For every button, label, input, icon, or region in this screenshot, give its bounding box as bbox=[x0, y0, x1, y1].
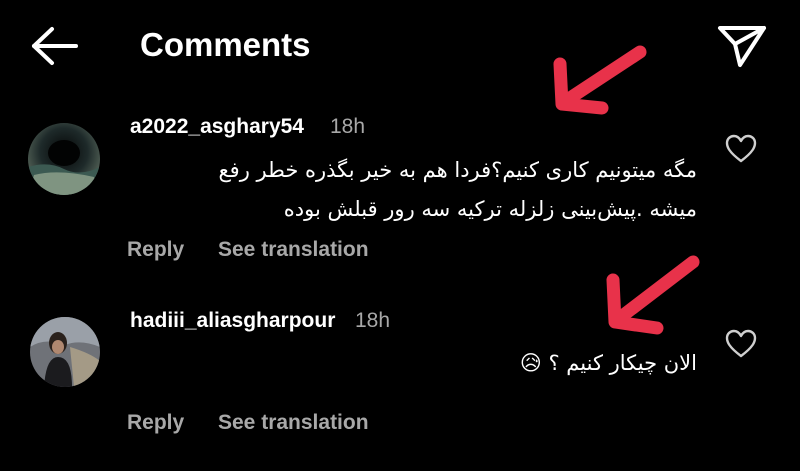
see-translation-button[interactable]: See translation bbox=[218, 411, 369, 435]
reply-button[interactable]: Reply bbox=[127, 411, 184, 435]
comment-username[interactable]: a2022_asghary54 bbox=[130, 115, 304, 139]
avatar[interactable] bbox=[28, 123, 100, 195]
comment-text: مگه میتونیم کاری کنیم؟فردا هم به خیر بگذ… bbox=[137, 151, 697, 229]
reply-button[interactable]: Reply bbox=[127, 238, 184, 262]
comment-username[interactable]: hadiii_aliasgharpour bbox=[130, 309, 335, 333]
comment-timestamp: 18h bbox=[355, 309, 391, 332]
comment-text-line: میشه .پیش‌بینی زلزله ترکیه سه رور قبلش ب… bbox=[283, 197, 697, 221]
sad-face-emoji: 😥 bbox=[519, 351, 542, 375]
annotation-arrow-icon bbox=[553, 45, 647, 115]
paper-plane-icon[interactable] bbox=[716, 22, 768, 68]
heart-icon[interactable] bbox=[725, 134, 757, 164]
comment-text-line: مگه میتونیم کاری کنیم؟فردا هم به خیر بگذ… bbox=[218, 158, 697, 182]
header-bar: Comments bbox=[0, 0, 800, 90]
heart-icon[interactable] bbox=[725, 329, 757, 359]
comment-text-line: الان چیکار کنیم ؟ bbox=[548, 351, 697, 375]
page-title: Comments bbox=[140, 26, 311, 63]
annotation-arrow-icon bbox=[606, 255, 700, 335]
see-translation-button[interactable]: See translation bbox=[218, 238, 369, 262]
avatar[interactable] bbox=[30, 317, 100, 387]
comment-timestamp: 18h bbox=[330, 115, 366, 138]
comment-text: الان چیکار کنیم ؟ 😥 bbox=[297, 344, 697, 383]
back-arrow-icon[interactable] bbox=[30, 26, 78, 66]
